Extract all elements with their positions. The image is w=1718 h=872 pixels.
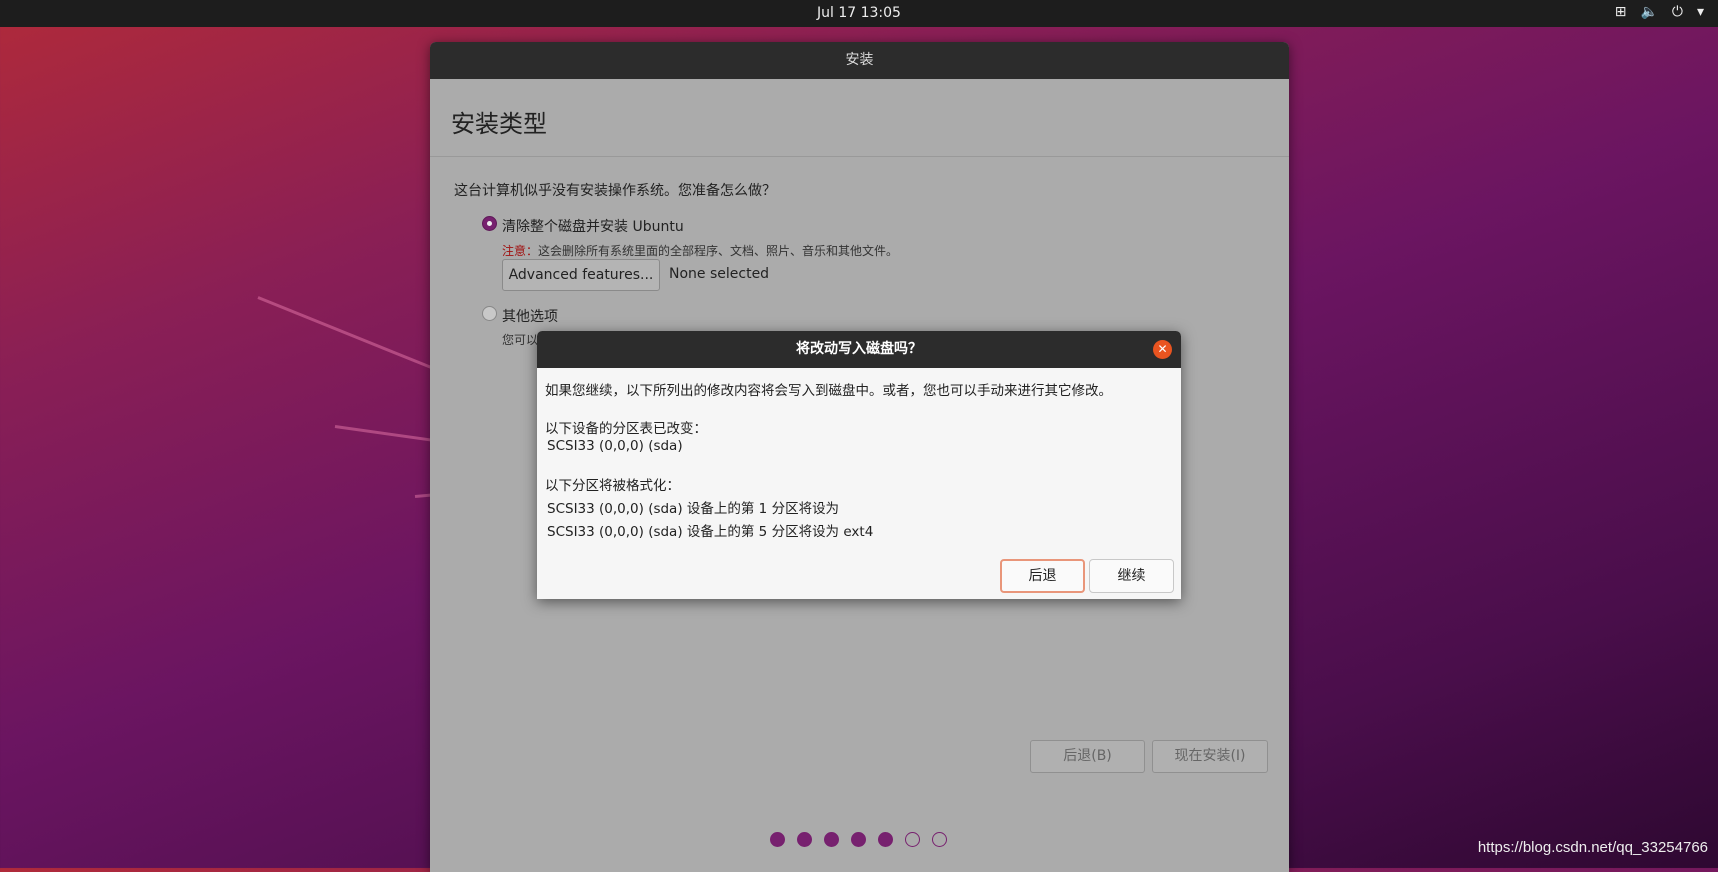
progress-dots xyxy=(770,832,947,847)
progress-dot xyxy=(824,832,839,847)
close-icon[interactable]: ✕ xyxy=(1153,340,1172,359)
warning-note: 注意：这会删除所有系统里面的全部程序、文档、照片、音乐和其他文件。 xyxy=(502,242,898,259)
dialog-intro: 如果您继续，以下所列出的修改内容将会写入到磁盘中。或者，您也可以手动来进行其它修… xyxy=(545,383,1112,399)
partition-table-label: 以下设备的分区表已改变： xyxy=(545,421,707,437)
top-bar: Jul 17 13:05 ⊞ 🔈 ⏻ ▾ xyxy=(0,0,1718,27)
advanced-features-value: None selected xyxy=(669,266,770,282)
format-item: SCSI33 (0,0,0) (sda) 设备上的第 5 分区将设为 ext4 xyxy=(547,524,874,540)
erase-disk-label[interactable]: 清除整个磁盘并安装 Ubuntu xyxy=(502,216,684,236)
progress-dot xyxy=(905,832,920,847)
watermark: https://blog.csdn.net/qq_33254766 xyxy=(1477,839,1708,856)
progress-dot xyxy=(878,832,893,847)
progress-dot xyxy=(932,832,947,847)
erase-disk-radio[interactable] xyxy=(482,216,497,231)
progress-dot xyxy=(851,832,866,847)
dialog-continue-button[interactable]: 继续 xyxy=(1089,559,1174,593)
format-item: SCSI33 (0,0,0) (sda) 设备上的第 1 分区将设为 xyxy=(547,501,840,517)
volume-icon[interactable]: 🔈 xyxy=(1640,4,1657,20)
page-title: 安装类型 xyxy=(451,110,547,138)
confirm-write-dialog: 将改动写入磁盘吗？ ✕ 如果您继续，以下所列出的修改内容将会写入到磁盘中。或者，您… xyxy=(537,331,1181,599)
other-options-radio[interactable] xyxy=(482,306,497,321)
clock[interactable]: Jul 17 13:05 xyxy=(0,5,1718,21)
network-icon[interactable]: ⊞ xyxy=(1615,4,1627,20)
window-title: 安装 xyxy=(430,42,1289,79)
note-text: 这会删除所有系统里面的全部程序、文档、照片、音乐和其他文件。 xyxy=(538,244,899,258)
advanced-features-button[interactable]: Advanced features... xyxy=(502,259,660,291)
partition-table-device: SCSI33 (0,0,0) (sda) xyxy=(547,438,683,454)
other-options-label[interactable]: 其他选项 xyxy=(502,306,558,326)
dialog-back-button[interactable]: 后退 xyxy=(1000,559,1085,593)
other-options-desc: 您可以 xyxy=(502,333,539,347)
format-label: 以下分区将被格式化： xyxy=(545,478,680,494)
note-label: 注意： xyxy=(502,244,539,258)
power-icon[interactable]: ⏻ xyxy=(1672,4,1683,20)
progress-dot xyxy=(770,832,785,847)
dialog-title: 将改动写入磁盘吗？ xyxy=(796,341,922,357)
progress-dot xyxy=(797,832,812,847)
wallpaper-line xyxy=(257,296,444,374)
install-now-button[interactable]: 现在安装(I) xyxy=(1152,740,1268,773)
question-text: 这台计算机似乎没有安装操作系统。您准备怎么做？ xyxy=(454,183,776,199)
chevron-down-icon[interactable]: ▾ xyxy=(1697,4,1704,20)
divider xyxy=(430,156,1289,157)
back-button[interactable]: 后退(B) xyxy=(1030,740,1145,773)
